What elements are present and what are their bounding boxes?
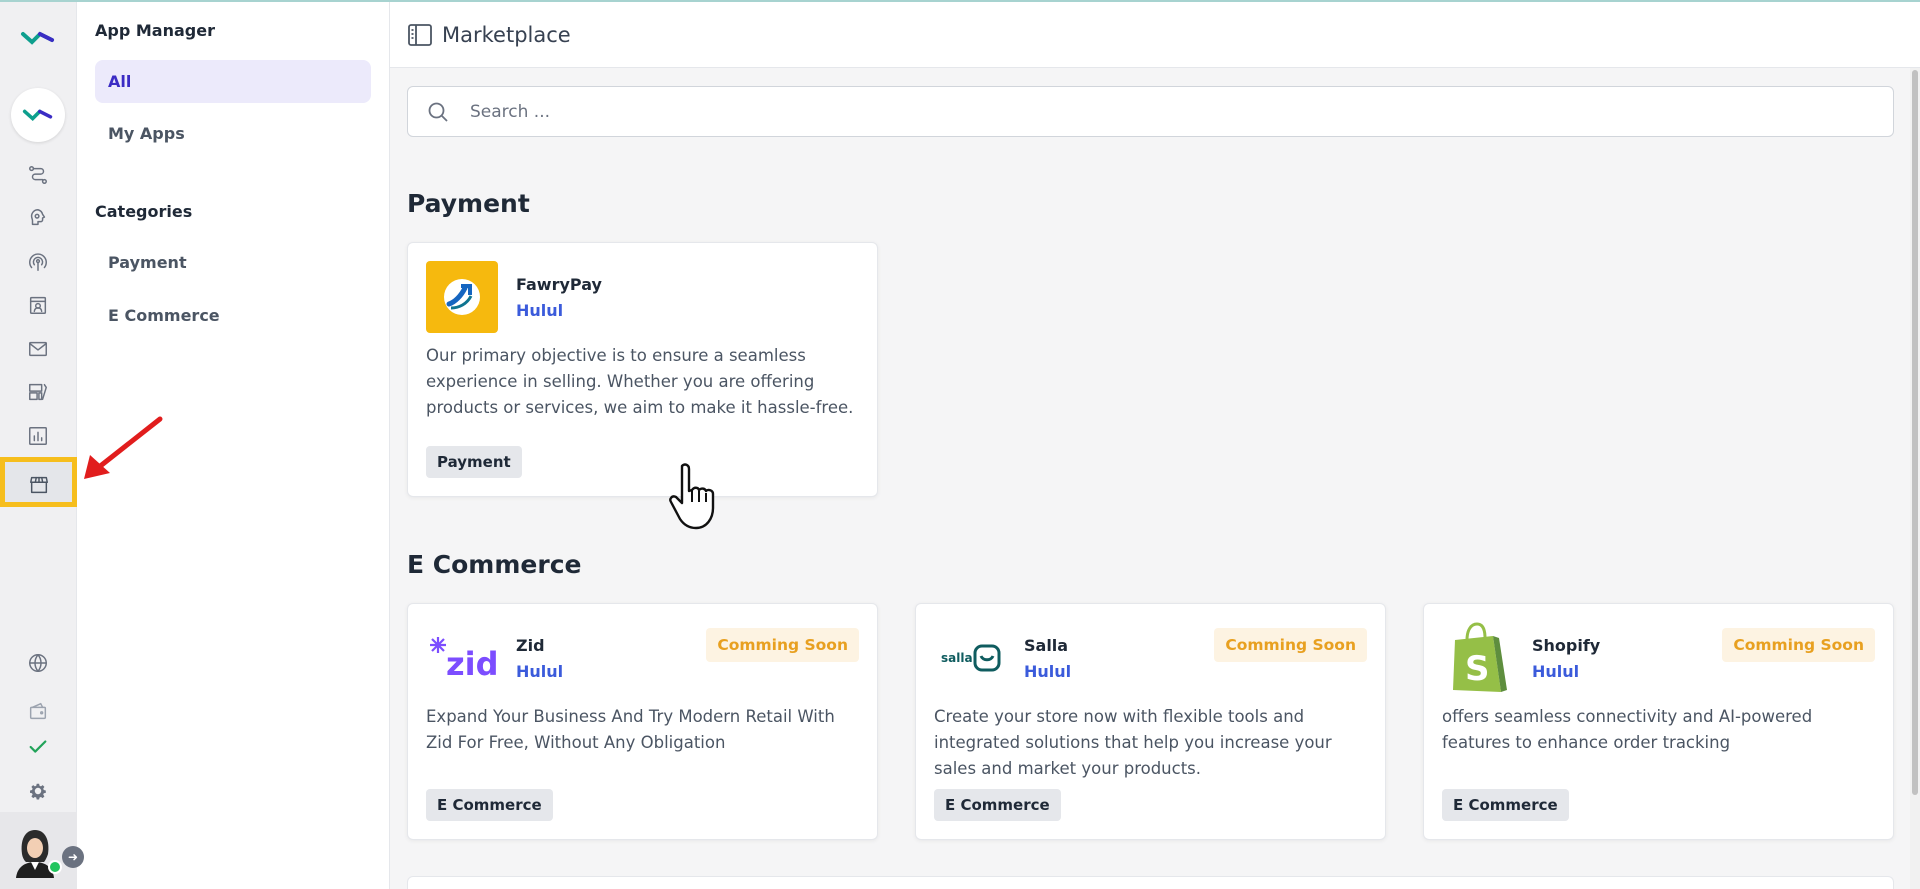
category-tag[interactable]: E Commerce [1442,789,1569,821]
app-vendor-link[interactable]: Hulul [516,662,563,681]
mail-icon[interactable] [24,335,52,363]
app-card-shopify[interactable]: S Shopify Hulul Comming Soon offers seam… [1423,603,1894,840]
category-item-ecommerce[interactable]: E Commerce [95,294,371,337]
salla-logo-icon: salla [941,644,1001,672]
app-name: Zid [516,636,545,655]
coming-soon-badge: Comming Soon [706,628,859,662]
category-tag[interactable]: Payment [426,446,522,478]
main-scrollbar[interactable] [1910,68,1920,889]
app-description: Create your store now with flexible tool… [934,707,1332,778]
page-header: Marketplace [390,2,1920,68]
scrollbar-thumb[interactable] [1912,70,1918,795]
categories-heading: Categories [95,202,193,221]
marketplace-content: Payment FawryPay Hulul Our primary objec… [390,68,1920,889]
sidebar-item-label: My Apps [108,124,185,143]
pointer-hand-cursor-icon [669,463,715,530]
sidebar-title: App Manager [95,21,215,40]
category-item-label: E Commerce [108,306,220,325]
zid-logo: zid [426,622,498,694]
search-input[interactable] [470,101,1670,122]
app-card-salla[interactable]: salla Salla Hulul Comming Soon Create yo… [915,603,1386,840]
app-card-zid[interactable]: zid Zid Hulul Comming Soon Expand Your B… [407,603,878,840]
icon-rail: ➜ [0,0,84,889]
coming-soon-badge: Comming Soon [1722,628,1875,662]
workspace-logo-icon [22,109,53,121]
fawrypay-logo-icon [444,279,480,315]
reports-icon[interactable] [24,422,52,450]
sidebar-item-my-apps[interactable]: My Apps [95,112,371,155]
coming-soon-badge: Comming Soon [1214,628,1367,662]
section-title-ecommerce: E Commerce [407,550,582,579]
salla-logo-text: salla [941,651,973,665]
category-item-label: Payment [108,253,187,272]
marketplace-nav-highlight[interactable] [0,457,77,507]
zid-logo-text: zid [446,645,498,683]
contacts-icon[interactable] [24,291,52,319]
app-description: Our primary objective is to ensure a sea… [426,346,854,417]
settings-icon[interactable] [24,777,52,805]
app-name: Salla [1024,636,1069,655]
section-title-payment: Payment [407,189,530,218]
sidebar-item-all[interactable]: All [95,60,371,103]
globe-icon[interactable] [24,649,52,677]
app-description: offers seamless connectivity and AI-powe… [1442,707,1813,752]
wallet-icon[interactable] [24,697,52,725]
brand-logo-icon[interactable] [20,26,56,50]
app-vendor-link[interactable]: Hulul [1024,662,1071,681]
sidebar-item-label: All [108,72,132,91]
check-icon[interactable] [24,733,52,761]
broadcast-icon[interactable] [24,248,52,276]
svg-text:S: S [1465,649,1490,689]
top-accent-line [0,0,1920,2]
category-item-payment[interactable]: Payment [95,241,371,284]
search-bar [407,86,1894,137]
app-name: Shopify [1532,636,1601,655]
app-description: Expand Your Business And Try Modern Reta… [426,707,835,752]
sidebar-toggle-icon[interactable] [408,23,432,46]
app-vendor-link[interactable]: Hulul [1532,662,1579,681]
marketplace-icon [30,476,48,494]
red-pointer-arrow-icon [84,416,163,479]
app-vendor-link[interactable]: Hulul [516,301,563,320]
app-name: FawryPay [516,275,602,294]
salla-logo: salla [934,622,1006,694]
zid-logo-icon: zid [430,637,498,683]
brain-icon[interactable] [24,204,52,232]
app-card-fawrypay[interactable]: FawryPay Hulul Our primary objective is … [407,242,878,497]
workspace-avatar[interactable] [11,88,65,142]
shopify-logo-icon: S [1453,622,1507,692]
next-card-edge [407,876,1894,889]
category-tag[interactable]: E Commerce [934,789,1061,821]
shopify-logo: S [1442,622,1514,694]
page-title: Marketplace [442,22,571,47]
search-icon [428,102,448,122]
fawrypay-logo [426,261,498,333]
expand-sidebar-button[interactable]: ➜ [62,846,84,868]
workflow-icon[interactable] [24,161,52,189]
templates-icon[interactable] [24,378,52,406]
online-status-dot [48,860,62,874]
category-tag[interactable]: E Commerce [426,789,553,821]
